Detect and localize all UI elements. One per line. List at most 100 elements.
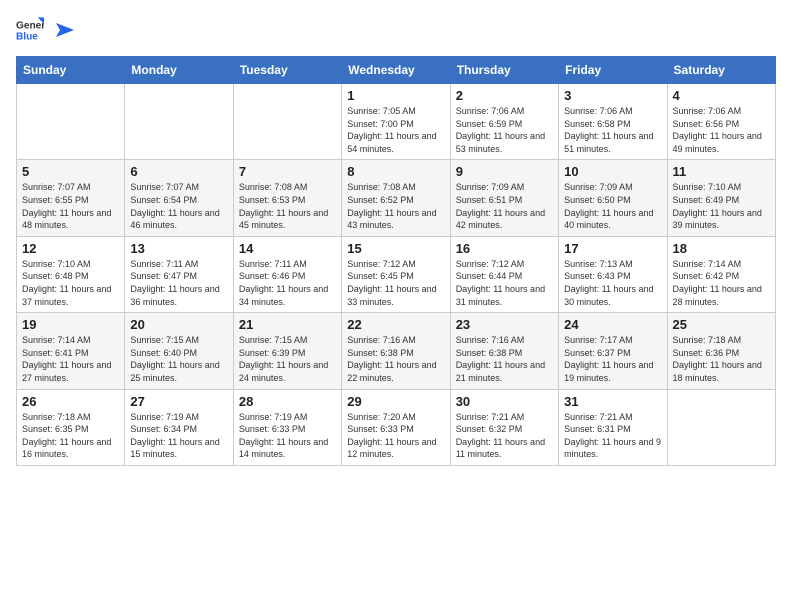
day-info: Sunrise: 7:13 AMSunset: 6:43 PMDaylight:… [564, 258, 661, 308]
day-number: 24 [564, 317, 661, 332]
calendar-cell: 31 Sunrise: 7:21 AMSunset: 6:31 PMDaylig… [559, 389, 667, 465]
day-info: Sunrise: 7:06 AMSunset: 6:59 PMDaylight:… [456, 105, 553, 155]
day-info: Sunrise: 7:14 AMSunset: 6:41 PMDaylight:… [22, 334, 119, 384]
calendar-cell: 9 Sunrise: 7:09 AMSunset: 6:51 PMDayligh… [450, 160, 558, 236]
day-number: 22 [347, 317, 444, 332]
day-info: Sunrise: 7:05 AMSunset: 7:00 PMDaylight:… [347, 105, 444, 155]
day-number: 6 [130, 164, 227, 179]
day-header-thursday: Thursday [450, 57, 558, 84]
calendar-cell: 23 Sunrise: 7:16 AMSunset: 6:38 PMDaylig… [450, 313, 558, 389]
day-info: Sunrise: 7:07 AMSunset: 6:54 PMDaylight:… [130, 181, 227, 231]
day-info: Sunrise: 7:17 AMSunset: 6:37 PMDaylight:… [564, 334, 661, 384]
day-number: 17 [564, 241, 661, 256]
day-info: Sunrise: 7:07 AMSunset: 6:55 PMDaylight:… [22, 181, 119, 231]
calendar-cell [233, 84, 341, 160]
day-number: 13 [130, 241, 227, 256]
calendar-cell: 22 Sunrise: 7:16 AMSunset: 6:38 PMDaylig… [342, 313, 450, 389]
calendar-week-row: 12 Sunrise: 7:10 AMSunset: 6:48 PMDaylig… [17, 236, 776, 312]
day-number: 10 [564, 164, 661, 179]
day-number: 27 [130, 394, 227, 409]
day-number: 16 [456, 241, 553, 256]
svg-text:General: General [16, 20, 44, 31]
calendar-week-row: 26 Sunrise: 7:18 AMSunset: 6:35 PMDaylig… [17, 389, 776, 465]
calendar-cell: 3 Sunrise: 7:06 AMSunset: 6:58 PMDayligh… [559, 84, 667, 160]
day-info: Sunrise: 7:19 AMSunset: 6:34 PMDaylight:… [130, 411, 227, 461]
calendar-cell: 5 Sunrise: 7:07 AMSunset: 6:55 PMDayligh… [17, 160, 125, 236]
calendar-cell: 14 Sunrise: 7:11 AMSunset: 6:46 PMDaylig… [233, 236, 341, 312]
calendar-header-row: SundayMondayTuesdayWednesdayThursdayFrid… [17, 57, 776, 84]
day-number: 1 [347, 88, 444, 103]
calendar-cell: 28 Sunrise: 7:19 AMSunset: 6:33 PMDaylig… [233, 389, 341, 465]
day-info: Sunrise: 7:21 AMSunset: 6:32 PMDaylight:… [456, 411, 553, 461]
day-header-sunday: Sunday [17, 57, 125, 84]
calendar-cell: 8 Sunrise: 7:08 AMSunset: 6:52 PMDayligh… [342, 160, 450, 236]
day-number: 4 [673, 88, 770, 103]
day-header-tuesday: Tuesday [233, 57, 341, 84]
svg-text:Blue: Blue [16, 31, 38, 42]
day-info: Sunrise: 7:10 AMSunset: 6:49 PMDaylight:… [673, 181, 770, 231]
day-number: 2 [456, 88, 553, 103]
day-number: 29 [347, 394, 444, 409]
day-info: Sunrise: 7:09 AMSunset: 6:50 PMDaylight:… [564, 181, 661, 231]
day-info: Sunrise: 7:19 AMSunset: 6:33 PMDaylight:… [239, 411, 336, 461]
day-number: 23 [456, 317, 553, 332]
logo-icon: General Blue [16, 16, 44, 44]
calendar-cell: 11 Sunrise: 7:10 AMSunset: 6:49 PMDaylig… [667, 160, 775, 236]
calendar-cell: 13 Sunrise: 7:11 AMSunset: 6:47 PMDaylig… [125, 236, 233, 312]
day-number: 3 [564, 88, 661, 103]
day-info: Sunrise: 7:11 AMSunset: 6:46 PMDaylight:… [239, 258, 336, 308]
day-info: Sunrise: 7:16 AMSunset: 6:38 PMDaylight:… [456, 334, 553, 384]
day-info: Sunrise: 7:06 AMSunset: 6:58 PMDaylight:… [564, 105, 661, 155]
calendar-cell: 25 Sunrise: 7:18 AMSunset: 6:36 PMDaylig… [667, 313, 775, 389]
calendar-cell: 21 Sunrise: 7:15 AMSunset: 6:39 PMDaylig… [233, 313, 341, 389]
calendar-cell: 18 Sunrise: 7:14 AMSunset: 6:42 PMDaylig… [667, 236, 775, 312]
day-info: Sunrise: 7:21 AMSunset: 6:31 PMDaylight:… [564, 411, 661, 461]
calendar-cell: 15 Sunrise: 7:12 AMSunset: 6:45 PMDaylig… [342, 236, 450, 312]
calendar-cell: 1 Sunrise: 7:05 AMSunset: 7:00 PMDayligh… [342, 84, 450, 160]
day-info: Sunrise: 7:06 AMSunset: 6:56 PMDaylight:… [673, 105, 770, 155]
day-info: Sunrise: 7:11 AMSunset: 6:47 PMDaylight:… [130, 258, 227, 308]
day-info: Sunrise: 7:08 AMSunset: 6:52 PMDaylight:… [347, 181, 444, 231]
day-number: 5 [22, 164, 119, 179]
day-info: Sunrise: 7:18 AMSunset: 6:35 PMDaylight:… [22, 411, 119, 461]
day-info: Sunrise: 7:14 AMSunset: 6:42 PMDaylight:… [673, 258, 770, 308]
day-number: 30 [456, 394, 553, 409]
day-number: 21 [239, 317, 336, 332]
day-info: Sunrise: 7:16 AMSunset: 6:38 PMDaylight:… [347, 334, 444, 384]
day-info: Sunrise: 7:12 AMSunset: 6:44 PMDaylight:… [456, 258, 553, 308]
day-info: Sunrise: 7:20 AMSunset: 6:33 PMDaylight:… [347, 411, 444, 461]
calendar-week-row: 19 Sunrise: 7:14 AMSunset: 6:41 PMDaylig… [17, 313, 776, 389]
page-header: General Blue [16, 16, 776, 44]
day-header-monday: Monday [125, 57, 233, 84]
calendar-cell: 19 Sunrise: 7:14 AMSunset: 6:41 PMDaylig… [17, 313, 125, 389]
calendar-cell: 10 Sunrise: 7:09 AMSunset: 6:50 PMDaylig… [559, 160, 667, 236]
day-number: 15 [347, 241, 444, 256]
day-info: Sunrise: 7:10 AMSunset: 6:48 PMDaylight:… [22, 258, 119, 308]
day-header-friday: Friday [559, 57, 667, 84]
calendar-cell: 20 Sunrise: 7:15 AMSunset: 6:40 PMDaylig… [125, 313, 233, 389]
day-number: 31 [564, 394, 661, 409]
day-number: 7 [239, 164, 336, 179]
calendar-table: SundayMondayTuesdayWednesdayThursdayFrid… [16, 56, 776, 466]
calendar-cell: 29 Sunrise: 7:20 AMSunset: 6:33 PMDaylig… [342, 389, 450, 465]
calendar-cell: 30 Sunrise: 7:21 AMSunset: 6:32 PMDaylig… [450, 389, 558, 465]
day-header-wednesday: Wednesday [342, 57, 450, 84]
day-info: Sunrise: 7:08 AMSunset: 6:53 PMDaylight:… [239, 181, 336, 231]
day-number: 11 [673, 164, 770, 179]
calendar-cell [125, 84, 233, 160]
calendar-cell: 24 Sunrise: 7:17 AMSunset: 6:37 PMDaylig… [559, 313, 667, 389]
day-info: Sunrise: 7:15 AMSunset: 6:39 PMDaylight:… [239, 334, 336, 384]
logo: General Blue [16, 16, 74, 44]
day-number: 28 [239, 394, 336, 409]
logo-arrow-icon [52, 19, 74, 41]
calendar-cell: 27 Sunrise: 7:19 AMSunset: 6:34 PMDaylig… [125, 389, 233, 465]
calendar-cell [667, 389, 775, 465]
day-number: 8 [347, 164, 444, 179]
calendar-week-row: 5 Sunrise: 7:07 AMSunset: 6:55 PMDayligh… [17, 160, 776, 236]
day-number: 19 [22, 317, 119, 332]
day-info: Sunrise: 7:09 AMSunset: 6:51 PMDaylight:… [456, 181, 553, 231]
calendar-cell: 2 Sunrise: 7:06 AMSunset: 6:59 PMDayligh… [450, 84, 558, 160]
calendar-cell: 16 Sunrise: 7:12 AMSunset: 6:44 PMDaylig… [450, 236, 558, 312]
day-number: 25 [673, 317, 770, 332]
day-info: Sunrise: 7:18 AMSunset: 6:36 PMDaylight:… [673, 334, 770, 384]
